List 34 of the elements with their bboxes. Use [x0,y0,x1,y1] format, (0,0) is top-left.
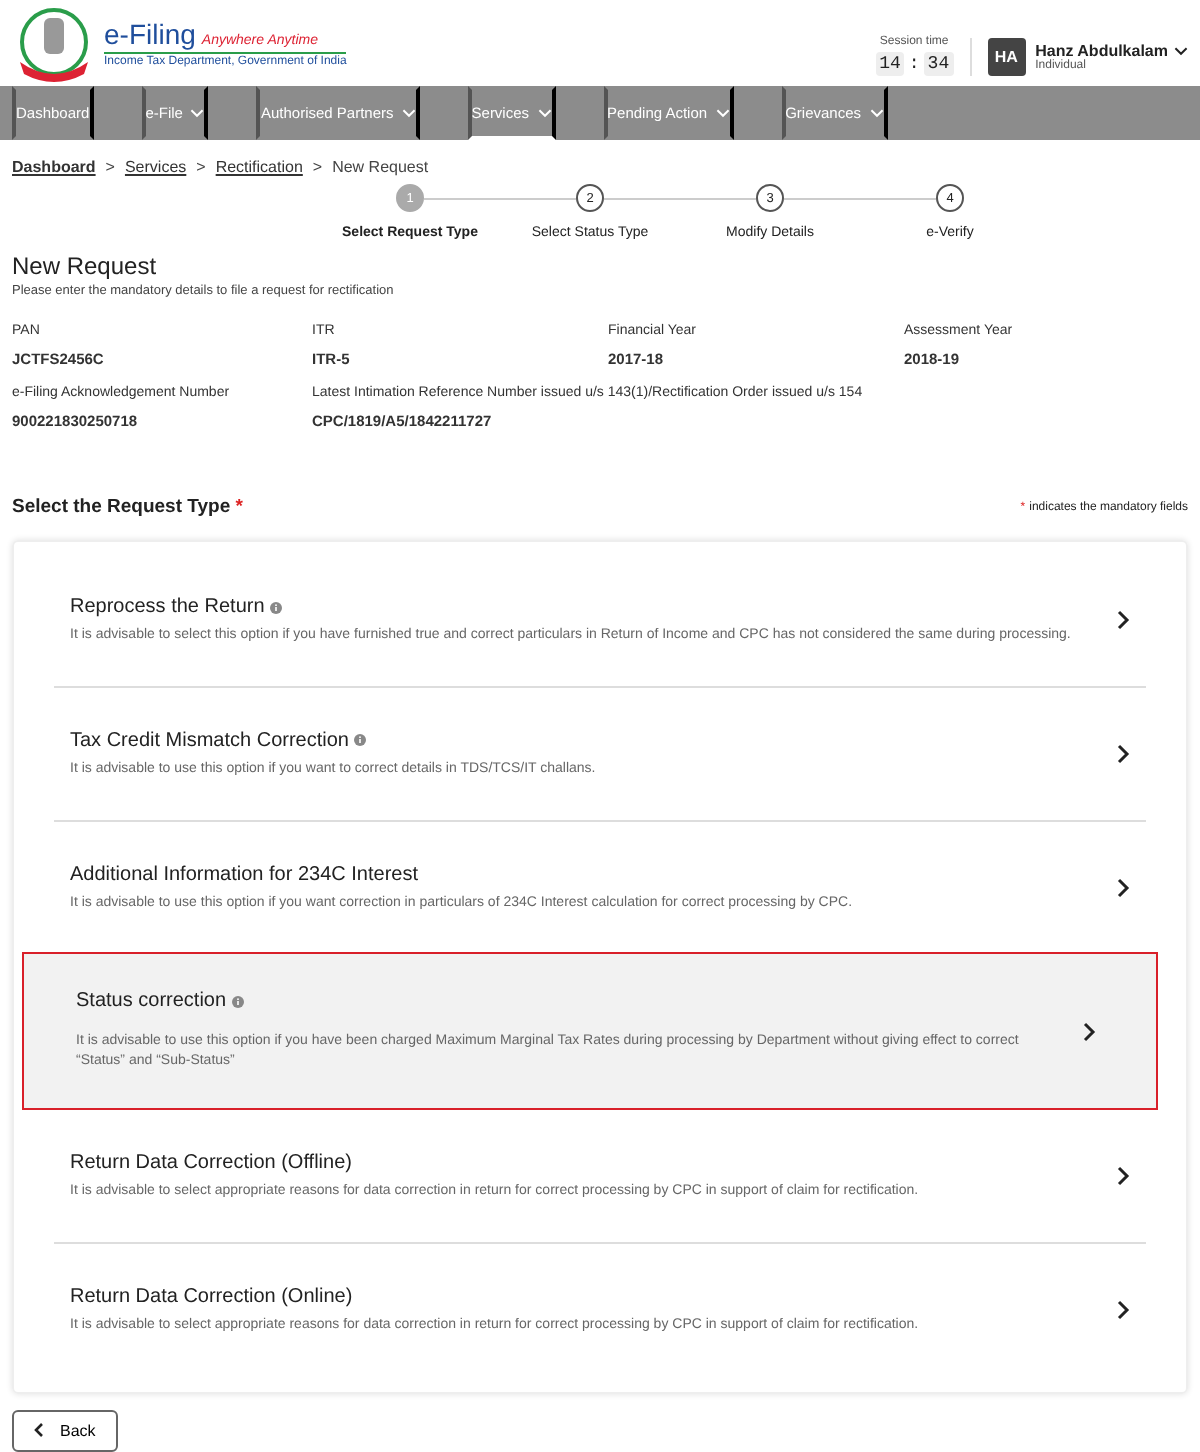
chevron-right-icon [1116,610,1130,631]
breadcrumb-current: New Request [332,158,429,176]
breadcrumb-separator: > [196,158,206,176]
chevron-left-icon [34,1422,44,1439]
breadcrumb-separator: > [312,158,323,176]
option-title: Return Data Correction (Offline) [70,1151,352,1174]
logo-title: e-Filing [104,18,196,50]
option-title: Status correction [76,990,227,1013]
info-icon[interactable] [270,601,283,613]
chevron-right-icon [1116,1166,1130,1187]
breadcrumb-link[interactable]: Rectification [215,158,303,176]
chevron-right-icon [1116,877,1130,898]
breadcrumb-link[interactable]: Services [124,158,187,176]
chevron-right-icon [1116,1300,1130,1321]
user-avatar[interactable]: HA [987,37,1026,75]
section-title: Select the Request Type [12,496,231,518]
info-icon[interactable] [354,734,367,747]
option-title: Additional Information for 234C Interest [70,863,418,886]
chevron-right-icon [1082,1021,1096,1042]
page-title: New Request [12,252,159,280]
breadcrumb-link[interactable]: Dashboard [12,158,96,176]
session-seconds: 34 [923,51,954,75]
chevron-down-icon [1174,45,1188,55]
option-title: Return Data Correction (Online) [70,1285,353,1308]
info-icon[interactable] [232,995,245,1008]
user-name[interactable]: Hanz Abdulkalam [1035,41,1168,59]
session-separator: : [908,53,920,73]
required-mark: * [235,496,243,518]
back-button[interactable]: Back [12,1409,118,1452]
session-minutes: 14 [875,51,905,75]
breadcrumb-separator: > [105,158,115,176]
chevron-right-icon [1116,744,1130,765]
option-title: Reprocess the Return [70,596,265,618]
option-title: Tax Credit Mismatch Correction [70,729,349,752]
